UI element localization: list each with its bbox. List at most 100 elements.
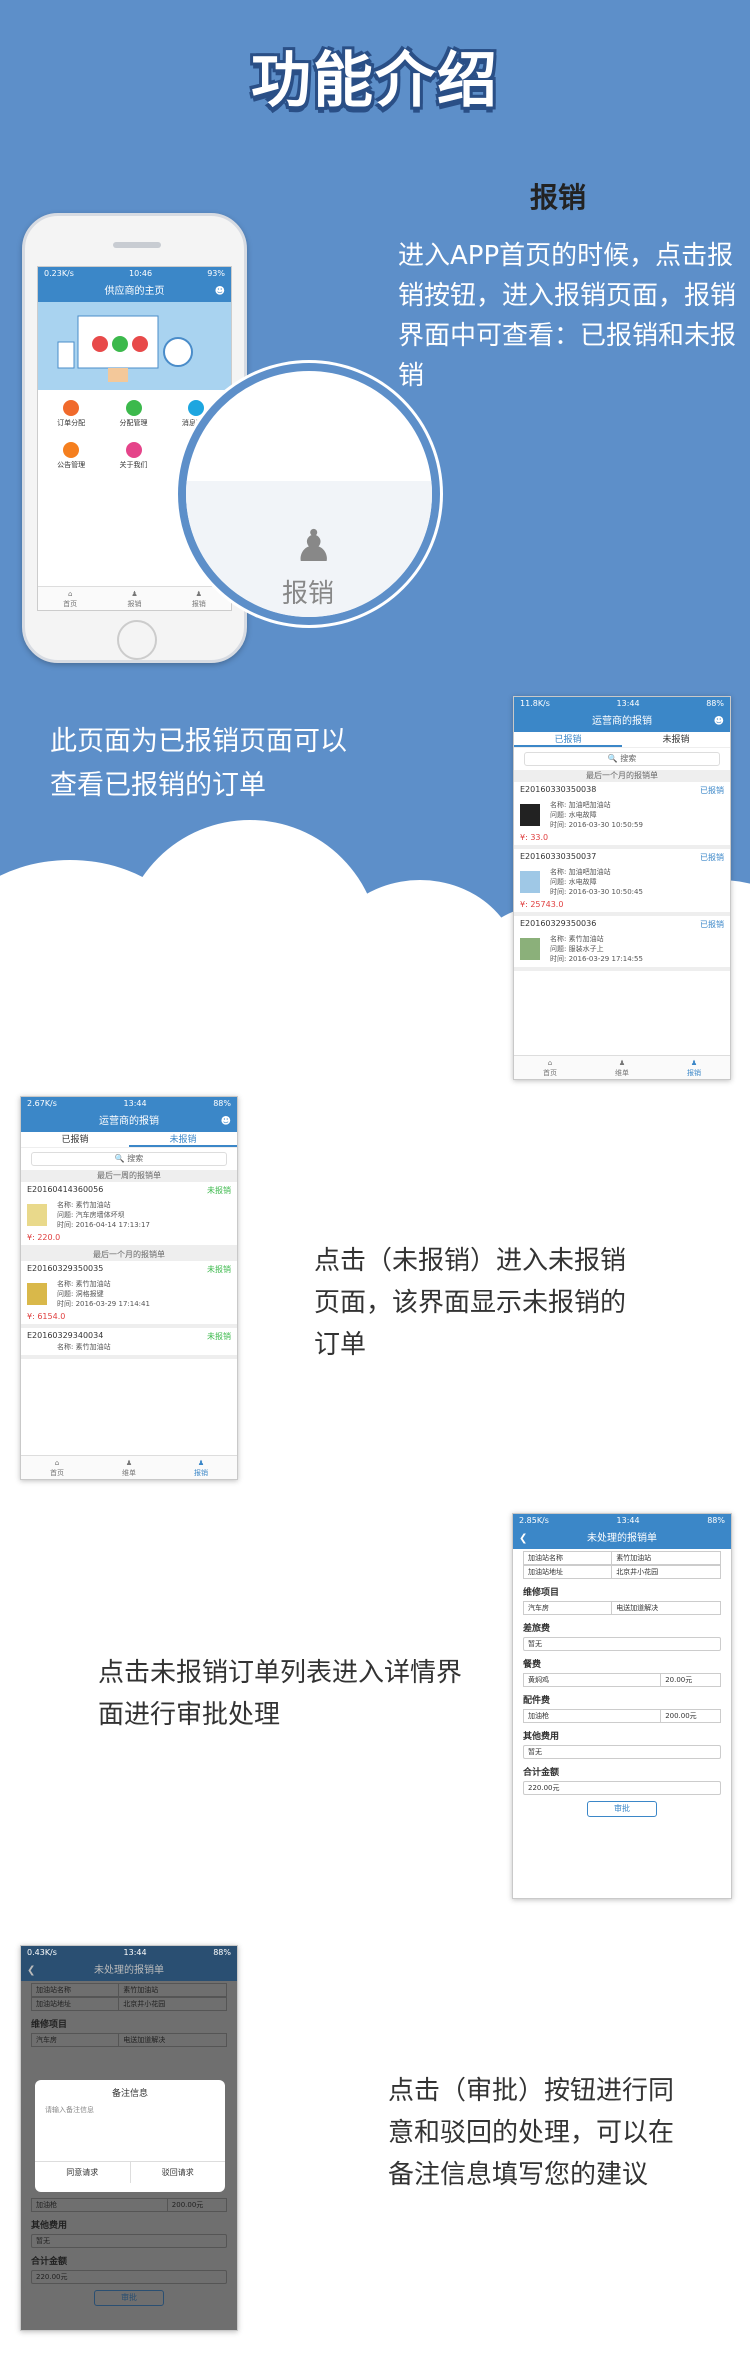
list-item[interactable]: E20160414360056 未报销 名称: 素竹加油站 问题: 汽车房墙体坏坝时… — [21, 1182, 237, 1249]
tab-reimbursed[interactable]: 已报销 — [21, 1132, 129, 1147]
user-icon[interactable]: ☻ — [714, 712, 724, 732]
grid-item-announce[interactable]: 公告管理 — [40, 438, 102, 480]
repair-row: 汽车房 电送加道解决 — [31, 2033, 227, 2047]
order-thumbnail — [520, 871, 540, 893]
remark-dialog: 备注信息 请输入备注信息 同意请求 驳回请求 — [35, 2080, 225, 2192]
order-thumbnail — [27, 1283, 47, 1305]
grid-label: 订单分配 — [57, 419, 86, 427]
station-addr-row: 加油站地址 北京井小花园 — [523, 1565, 721, 1579]
status-bar: 2.85K/s 13:44 88% — [513, 1514, 731, 1529]
search-input[interactable]: 🔍 搜索 — [31, 1152, 227, 1166]
parts-label: 配件费 — [523, 1696, 551, 1706]
list-item[interactable]: E20160329340034 未报销 名称: 素竹加油站 — [21, 1328, 237, 1359]
announce-icon — [63, 442, 80, 458]
tab-home[interactable]: ⌂ 首页 — [38, 587, 102, 610]
tab-reimbursed[interactable]: 已报销 — [514, 732, 622, 747]
meal-row: 黄焖鸡 20.00元 — [523, 1673, 721, 1687]
connector-line — [321, 861, 408, 923]
tab-expense[interactable]: ♟ 报销 — [165, 1456, 237, 1479]
travel-field[interactable]: 暂无 — [523, 1637, 721, 1651]
total-label: 合计金额 — [31, 2257, 68, 2267]
total-field: 220.00元 — [31, 2270, 227, 2284]
tab-home[interactable]: ⌂ 首页 — [514, 1056, 586, 1079]
travel-label: 差旅费 — [523, 1624, 551, 1634]
list-item[interactable]: E20160329350035 未报销 名称: 素竹加油站 问题: 洞格报键 时间: … — [21, 1261, 237, 1328]
group-header: 最后一个月的报销单 — [514, 770, 730, 782]
section-description: 点击（未报销）进入未报销页面，该界面显示未报销的订单 — [314, 1246, 627, 1360]
other-field[interactable]: 暂无 — [523, 1745, 721, 1759]
repair-label: 维修项目 — [523, 1588, 560, 1598]
tab-unreimbursed[interactable]: 未报销 — [622, 732, 730, 747]
back-icon[interactable]: ❮ — [519, 1529, 527, 1549]
tab-bar: 已报销 未报销 — [514, 732, 730, 748]
list-item[interactable]: E20160329350036 已报销 名称: 素竹加油站 问题: 服装水子上 时间:… — [514, 916, 730, 971]
tab-unreimbursed[interactable]: 未报销 — [129, 1132, 237, 1147]
repair-label: 维修项目 — [31, 2020, 68, 2030]
status-bar: 2.67K/s 13:44 88% — [21, 1097, 237, 1112]
tab-maintenance[interactable]: ♟ 维单 — [93, 1456, 165, 1479]
section-description: 进入APP首页的时候，点击报销按钮，进入报销页面，报销界面中可查看：已报销和未报… — [398, 241, 737, 391]
tab-expense[interactable]: ♟ 报销 — [102, 587, 166, 610]
tab-expense[interactable]: ♟ 报销 — [658, 1056, 730, 1079]
status-bar: 0.23K/s 10:46 93% — [38, 267, 231, 282]
app-title: 供应商的主页 — [104, 286, 165, 297]
screenshot-detail: 2.85K/s 13:44 88% ❮ 未处理的报销单 加油站名称 素竹加油站 加… — [512, 1513, 732, 1899]
home-banner — [38, 302, 231, 390]
search-input[interactable]: 🔍 搜索 — [524, 752, 720, 766]
app-title-bar: ❮ 未处理的报销单 — [513, 1529, 731, 1549]
tab-maintenance[interactable]: ♟ 维单 — [586, 1056, 658, 1079]
approve-button[interactable]: 审批 — [94, 2290, 164, 2306]
grid-item-order[interactable]: 订单分配 — [40, 396, 102, 438]
app-title-bar: 供应商的主页 ☻ — [38, 282, 231, 302]
reject-button[interactable]: 驳回请求 — [131, 2162, 226, 2183]
status-bar: 11.8K/s 13:44 88% — [514, 697, 730, 712]
status-time: 10:46 — [129, 269, 153, 278]
other-label: 其他费用 — [523, 1732, 560, 1742]
approve-button[interactable]: 审批 — [587, 1801, 657, 1817]
list-item[interactable]: E20160330350038 已报销 名称: 加油吧加油站 问题: 水电故障 时间:… — [514, 782, 730, 849]
total-label: 合计金额 — [523, 1768, 560, 1778]
screenshot-approval: 0.43K/s 13:44 88% ❮ 未处理的报销单 加油站名称 素竹加油站 加… — [20, 1945, 238, 2331]
user-icon[interactable]: ☻ — [221, 1112, 231, 1132]
other-label: 其他费用 — [31, 2221, 68, 2231]
group-header: 最后一个月的报销单 — [21, 1249, 237, 1261]
back-icon[interactable]: ❮ — [27, 1961, 35, 1981]
status-battery: 93% — [207, 269, 225, 278]
order-icon — [63, 400, 80, 416]
list-item[interactable]: E20160330350037 已报销 名称: 加油吧加油站 问题: 水电故障 时间:… — [514, 849, 730, 916]
section-description: 点击未报销订单列表进入详情界面进行审批处理 — [98, 1658, 463, 1730]
zoom-magnifier: ♟ 报销 — [178, 363, 440, 625]
parts-row: 加油枪 200.00元 — [31, 2198, 227, 2212]
total-field: 220.00元 — [523, 1781, 721, 1795]
other-field[interactable]: 暂无 — [31, 2234, 227, 2248]
expense-icon[interactable]: ♟ — [294, 521, 333, 572]
page-title: 功能介绍 — [251, 46, 499, 116]
app-title-bar: 运营商的报销 ☻ — [514, 712, 730, 732]
grid-item-about[interactable]: 关于我们 — [102, 438, 164, 480]
grid-label: 公告管理 — [57, 461, 86, 469]
status-bar: 0.43K/s 13:44 88% — [21, 1946, 237, 1961]
about-icon — [125, 442, 142, 458]
station-name-row: 加油站名称 素竹加油站 — [31, 1983, 227, 1997]
app-title-bar: ❮ 未处理的报销单 — [21, 1961, 237, 1981]
tab-bar-bottom: ⌂ 首页 ♟ 维单 ♟ 报销 — [21, 1455, 237, 1479]
tab-home[interactable]: ⌂ 首页 — [21, 1456, 93, 1479]
agree-button[interactable]: 同意请求 — [35, 2162, 131, 2183]
repair-row: 汽车房 电送加道解决 — [523, 1601, 721, 1615]
user-icon[interactable]: ☻ — [215, 282, 225, 302]
phone-speaker — [113, 242, 161, 248]
grid-label: 分配管理 — [119, 419, 148, 427]
remark-input[interactable]: 请输入备注信息 — [45, 2105, 215, 2155]
zoom-label[interactable]: 报销 — [282, 573, 334, 610]
order-thumbnail — [520, 938, 540, 960]
station-name-row: 加油站名称 素竹加油站 — [523, 1551, 721, 1565]
group-header: 最后一周的报销单 — [21, 1170, 237, 1182]
station-addr-row: 加油站地址 北京井小花园 — [31, 1997, 227, 2011]
status-network: 0.23K/s — [44, 269, 74, 278]
message-icon — [187, 400, 204, 416]
app-title-bar: 运营商的报销 ☻ — [21, 1112, 237, 1132]
section-description: 点击（审批）按钮进行同意和驳回的处理，可以在备注信息填写您的建议 — [388, 2076, 675, 2190]
grid-label: 关于我们 — [119, 461, 148, 469]
grid-item-manage[interactable]: 分配管理 — [102, 396, 164, 438]
dialog-title: 备注信息 — [111, 2089, 148, 2099]
